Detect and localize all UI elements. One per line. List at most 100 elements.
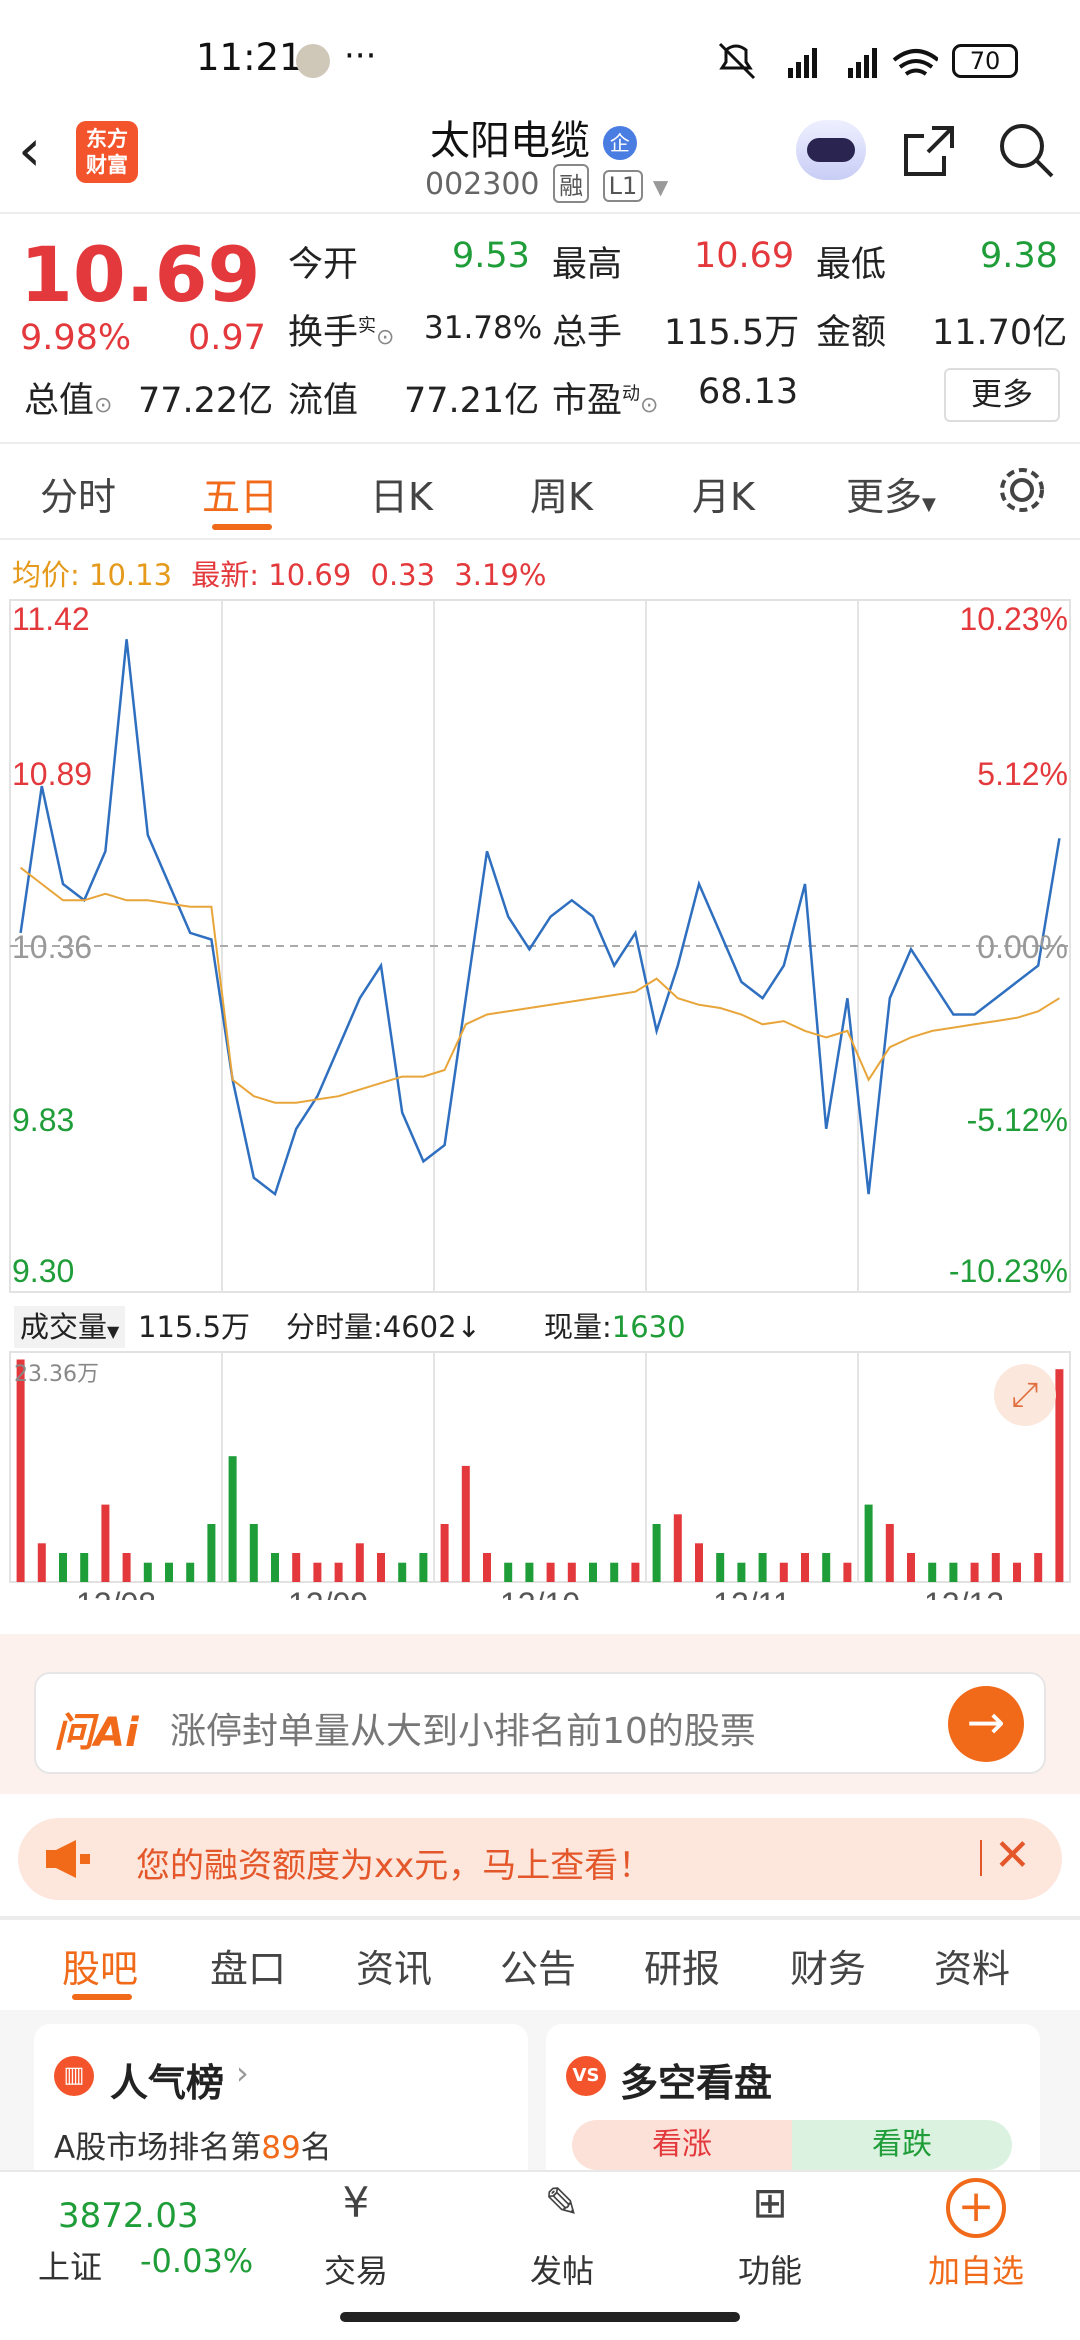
arrow-down-icon: ↓	[456, 1310, 481, 1344]
latest-label: 最新:	[191, 558, 260, 592]
date-label: 12/09	[288, 1586, 368, 1600]
change-value: 0.97	[188, 318, 266, 358]
mktcap-label: 总值⊙	[24, 372, 112, 423]
y-left-tick: 11.42	[12, 601, 90, 637]
subtab-announcement[interactable]: 公告	[500, 1938, 576, 1993]
volume-bar	[80, 1553, 89, 1582]
now-label: 现量:	[544, 1310, 612, 1344]
mktcap-value: 77.22亿	[138, 381, 274, 421]
bearish-button[interactable]: 看跌	[792, 2120, 1012, 2170]
status-bar: 11:21 ··· 70	[0, 0, 1080, 110]
search-icon[interactable]	[996, 120, 1056, 180]
volume-bar	[907, 1553, 915, 1582]
ai-prompt: 涨停封单量从大到小排名前10的股票	[170, 1711, 756, 1752]
megaphone-icon	[46, 1840, 90, 1878]
amount-value: 11.70亿	[932, 313, 1068, 353]
volume-bar	[567, 1562, 576, 1582]
subtab-profile[interactable]: 资料	[934, 1938, 1010, 1993]
add-watchlist-icon: +	[946, 2178, 1006, 2238]
bullish-button[interactable]: 看涨	[572, 2120, 792, 2170]
app-logo: 东方 财富	[76, 121, 138, 183]
volume-bar	[355, 1543, 364, 1582]
nav-trade[interactable]: 交易	[286, 2246, 426, 2292]
popularity-text: A股市场排名第89名	[54, 2122, 332, 2167]
volume-bar	[1055, 1369, 1064, 1582]
settings-gear-icon[interactable]	[996, 464, 1048, 516]
fenshi-volume: 分时量:4602↓	[286, 1306, 481, 1348]
volume-bar	[483, 1553, 491, 1582]
tab-more-label: 更多	[846, 475, 923, 519]
robot-assistant-icon[interactable]	[796, 120, 866, 180]
low-value: 9.38	[980, 236, 1058, 276]
back-button[interactable]: ‹	[18, 120, 78, 180]
tab-monthly-k[interactable]: 月K	[692, 466, 755, 521]
more-notifications-icon: ···	[344, 36, 377, 76]
current-volume: 现量:1630	[544, 1306, 686, 1348]
low-label: 最低	[816, 245, 887, 285]
stock-name: 太阳电缆 企	[430, 108, 637, 166]
tab-five-day[interactable]: 五日	[202, 466, 278, 521]
volume-bar	[843, 1562, 852, 1582]
y-left-tick: 9.30	[12, 1253, 74, 1289]
chevron-down-icon: ▼	[652, 175, 669, 199]
turnover-label: 换手实⊙	[288, 304, 394, 355]
float-label: 流值	[288, 381, 359, 421]
tab-more[interactable]: 更多▼	[846, 466, 936, 521]
share-icon[interactable]	[900, 122, 958, 180]
subtab-news[interactable]: 资讯	[356, 1938, 432, 1993]
popularity-text-a: A股市场排名第	[54, 2130, 262, 2166]
ai-submit-arrow-icon[interactable]: →	[948, 1686, 1024, 1762]
volume-bar	[143, 1562, 152, 1582]
volume-bar	[991, 1553, 1000, 1582]
index-value[interactable]: 3872.03	[58, 2196, 199, 2236]
volume-bar	[377, 1553, 385, 1582]
volume-bar	[864, 1504, 873, 1582]
turnover-label-text: 换手	[288, 313, 359, 353]
subtab-pankou[interactable]: 盘口	[210, 1938, 286, 1993]
latest-value: 10.69	[268, 558, 352, 592]
active-tab-indicator	[212, 524, 272, 530]
float-value: 77.21亿	[404, 381, 540, 421]
signal-icons	[718, 42, 938, 80]
volume-label: 总手	[552, 313, 623, 353]
high-label: 最高	[552, 245, 623, 285]
level-tag: L1	[602, 170, 644, 202]
volume-bar	[928, 1562, 937, 1582]
chevron-right-icon: ›	[236, 2054, 249, 2092]
tab-fenshi[interactable]: 分时	[40, 466, 116, 521]
volume-bar	[398, 1562, 407, 1582]
fenshi-label: 分时量:	[286, 1310, 383, 1344]
date-label: 12/08	[76, 1586, 156, 1600]
volume-max-label: 23.36万	[14, 1362, 99, 1387]
volume-chart[interactable]: 12/08 12/09 12/10 12/11 12/12	[0, 1350, 1080, 1600]
nav-post[interactable]: 发帖	[492, 2246, 632, 2292]
volume-bar	[589, 1562, 597, 1582]
volume-selector[interactable]: 成交量▼	[14, 1306, 126, 1348]
volume-bar	[610, 1562, 619, 1582]
more-quote-button[interactable]: 更多	[944, 368, 1060, 422]
avg-label: 均价:	[12, 558, 80, 592]
stock-code-text: 002300	[425, 167, 540, 202]
enterprise-badge-icon: 企	[602, 126, 637, 160]
volume-bar	[822, 1553, 831, 1582]
nav-add-watchlist[interactable]: 加自选	[906, 2246, 1046, 2292]
trade-icon: ¥	[342, 2178, 370, 2227]
volume-bar	[37, 1543, 46, 1582]
subtab-guba[interactable]: 股吧	[62, 1938, 138, 1993]
volume-bar	[249, 1524, 258, 1582]
volume-bar	[546, 1562, 555, 1582]
latest-change: 0.33	[370, 558, 436, 592]
subtab-finance[interactable]: 财务	[790, 1938, 866, 1993]
y-left-tick: 10.36	[12, 929, 92, 965]
expand-icon[interactable]: ⤢	[994, 1364, 1056, 1426]
tab-weekly-k[interactable]: 周K	[530, 466, 593, 521]
price-chart[interactable]: 11.42 10.89 10.36 9.83 9.30 10.23% 5.12% 0.00% -…	[0, 596, 1080, 1296]
nav-functions[interactable]: 功能	[700, 2246, 840, 2292]
battery-icon: 70	[952, 44, 1018, 78]
fenshi-value: 4602	[382, 1310, 457, 1344]
subtab-research[interactable]: 研报	[644, 1938, 720, 1993]
close-icon[interactable]: ✕	[994, 1830, 1031, 1881]
tab-daily-k[interactable]: 日K	[370, 466, 433, 521]
volume-bar	[419, 1553, 428, 1582]
stock-code[interactable]: 002300 融 L1 ▼	[425, 164, 668, 203]
